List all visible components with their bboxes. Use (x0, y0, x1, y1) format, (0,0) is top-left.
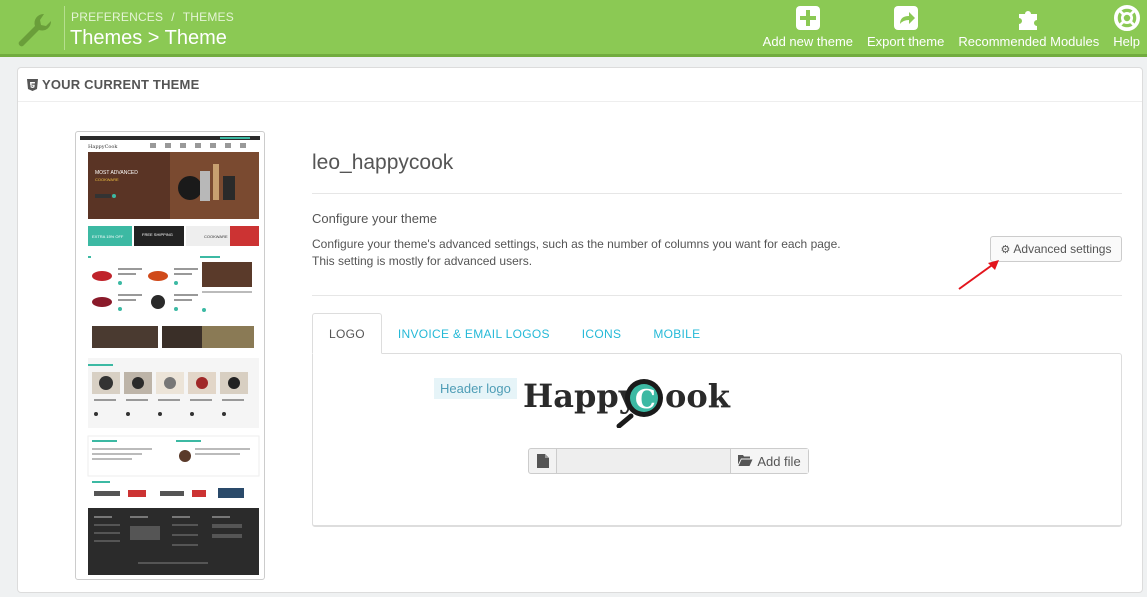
page-title: Themes > Theme (70, 27, 227, 49)
red-arrow-annotation (958, 260, 999, 290)
advanced-settings-button[interactable]: ⚙ Advanced settings (990, 236, 1122, 262)
breadcrumb-item-preferences[interactable]: PREFERENCES (71, 10, 163, 24)
divider (312, 193, 1122, 194)
help-button[interactable]: Help (1106, 0, 1147, 54)
plus-square-icon (795, 5, 821, 31)
wrench-icon (18, 13, 52, 47)
panel-heading: YOUR CURRENT THEME (18, 68, 1142, 102)
thumb-hero-line2: COOKWARE (95, 177, 119, 182)
tab-mobile[interactable]: MOBILE (637, 313, 716, 354)
divider (312, 295, 1122, 296)
file-upload-group: Add file (528, 448, 809, 474)
file-icon (529, 449, 557, 473)
header-divider (64, 6, 65, 50)
tab-logo[interactable]: LOGO (312, 313, 382, 354)
gear-icon: ⚙ (1000, 243, 1011, 256)
thumb-banner2: FREE SHIPPING (142, 232, 173, 237)
file-name-input[interactable] (557, 449, 731, 473)
tab-invoice-email-logos[interactable]: INVOICE & EMAIL LOGOS (382, 313, 566, 354)
breadcrumb: PREFERENCES / THEMES (71, 10, 234, 24)
panel-heading-text: YOUR CURRENT THEME (42, 77, 200, 92)
add-new-theme-label: Add new theme (762, 34, 854, 49)
help-label: Help (1113, 34, 1140, 49)
header-logo-image: Happy C ook (523, 377, 731, 428)
header-logo-label: Header logo (434, 378, 517, 399)
puzzle-icon (1016, 5, 1042, 31)
export-theme-label: Export theme (867, 34, 945, 49)
breadcrumb-item-themes[interactable]: THEMES (183, 10, 234, 24)
recommended-modules-button[interactable]: Recommended Modules (951, 0, 1106, 54)
theme-tabs: LOGO INVOICE & EMAIL LOGOS ICONS MOBILE (312, 313, 716, 354)
page-header: PREFERENCES / THEMES Themes > Theme Add ne… (0, 0, 1147, 57)
export-theme-button[interactable]: Export theme (860, 0, 951, 54)
header-toolbar: Add new theme Export theme Recommended M… (756, 0, 1147, 54)
thumb-banner3: COOKWARE (204, 234, 228, 239)
recommended-modules-label: Recommended Modules (958, 34, 1100, 49)
logo-text-happy: Happy (523, 377, 639, 415)
theme-name: leo_happycook (312, 151, 454, 174)
advanced-settings-label: Advanced settings (1013, 242, 1112, 256)
configure-theme-title: Configure your theme (312, 211, 438, 226)
share-icon (893, 5, 919, 31)
theme-preview-thumbnail: HappyCook MOST ADVANCED COOKWARE EXTRA 1… (75, 131, 265, 580)
thumb-hero-line1: MOST ADVANCED (95, 170, 138, 176)
lifebuoy-icon (1113, 5, 1140, 31)
tab-icons[interactable]: ICONS (566, 313, 638, 354)
theme-preview-image: HappyCook MOST ADVANCED COOKWARE EXTRA 1… (80, 136, 260, 575)
folder-open-icon (738, 454, 753, 469)
current-theme-panel: YOUR CURRENT THEME HappyCook MOST ADVANC… (17, 67, 1143, 593)
svg-text:HappyCook: HappyCook (88, 144, 118, 150)
add-new-theme-button[interactable]: Add new theme (756, 0, 860, 54)
html5-icon (27, 78, 38, 91)
configure-theme-description: Configure your theme's advanced settings… (312, 237, 841, 268)
logo-text-c: C (635, 385, 656, 415)
add-file-button[interactable]: Add file (731, 449, 808, 473)
thumb-banner1: EXTRA 15% OFF (92, 234, 124, 239)
logo-tab-content: Header logo Happy C ook Add file (312, 353, 1122, 527)
add-file-label: Add file (757, 453, 801, 469)
logo-text-ook: ook (665, 377, 731, 415)
breadcrumb-separator: / (171, 10, 175, 24)
